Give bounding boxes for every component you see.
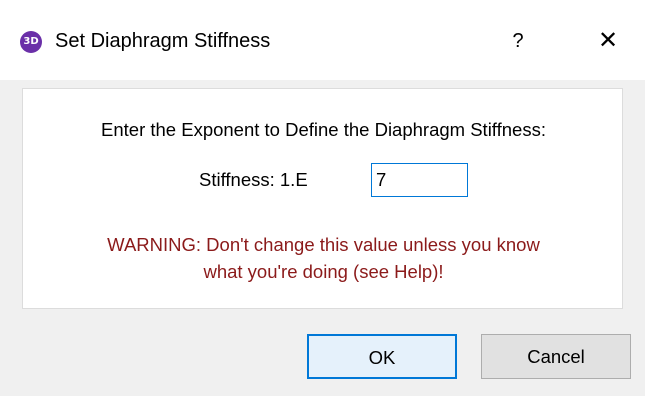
- stiffness-label: Stiffness: 1.E: [199, 169, 308, 190]
- prompt-text: Enter the Exponent to Define the Diaphra…: [101, 119, 546, 140]
- close-button[interactable]: ✕: [590, 24, 626, 58]
- ok-button[interactable]: OK: [307, 334, 457, 379]
- warning-line-1: WARNING: Don't change this value unless …: [107, 234, 540, 255]
- set-diaphragm-stiffness-dialog: 3D Set Diaphragm Stiffness ? ✕ Enter the…: [0, 0, 645, 396]
- help-button[interactable]: ?: [500, 24, 536, 58]
- warning-line-2: what you're doing (see Help)!: [203, 261, 444, 282]
- cancel-button[interactable]: Cancel: [481, 334, 631, 379]
- content-panel: Enter the Exponent to Define the Diaphra…: [22, 88, 623, 309]
- dialog-title: Set Diaphragm Stiffness: [55, 30, 271, 52]
- warning-text: WARNING: Don't change this value unless …: [23, 231, 624, 285]
- stiffness-exponent-input[interactable]: [371, 163, 468, 197]
- title-bar: 3D Set Diaphragm Stiffness ? ✕: [0, 0, 645, 80]
- app-3d-icon: 3D: [20, 31, 42, 53]
